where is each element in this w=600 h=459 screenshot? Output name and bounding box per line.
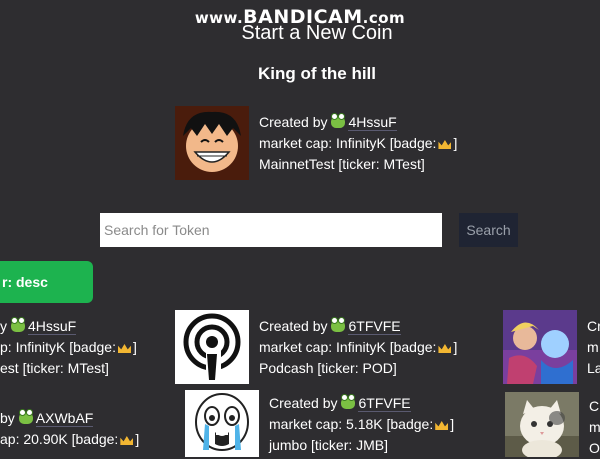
market-cap-text: m: [587, 339, 599, 355]
creator-link[interactable]: 4HssuF: [28, 318, 77, 335]
creator-link[interactable]: 4HssuF: [348, 114, 397, 131]
podcast-icon: [175, 310, 249, 384]
market-cap-text: p: InfinityK [badge:: [0, 339, 116, 355]
token-name-ticker: Podcash [ticker: POD]: [259, 360, 397, 376]
crown-icon: [438, 344, 452, 353]
market-cap-text: ap: 20.90K [badge:: [0, 431, 119, 447]
crown-icon: [438, 140, 452, 149]
frog-icon: [331, 113, 346, 128]
search-button[interactable]: Search: [459, 213, 518, 247]
token-card[interactable]: Created by 6TFVFE market cap: InfinityK […: [175, 310, 475, 384]
token-name-ticker: MainnetTest [ticker: MTest]: [259, 156, 425, 172]
token-card[interactable]: Cr m La: [503, 310, 600, 384]
token-name-ticker: jumbo [ticker: JMB]: [269, 437, 389, 453]
king-of-the-hill-title: King of the hill: [257, 64, 377, 83]
search-input[interactable]: [100, 213, 442, 247]
frog-icon: [331, 317, 346, 332]
crown-icon: [117, 344, 131, 353]
token-card[interactable]: y 4HssuF p: InfinityK [badge:] est [ticke…: [0, 316, 160, 382]
creator-link[interactable]: 6TFVFE: [358, 395, 411, 412]
king-of-the-hill-card[interactable]: Created by 4HssuF market cap: InfinityK […: [175, 106, 475, 180]
sort-order-button[interactable]: r: desc: [0, 261, 93, 303]
crown-icon: [435, 421, 449, 430]
token-card[interactable]: Created by 6TFVFE market cap: 5.18K [badg…: [185, 390, 485, 457]
frog-icon: [341, 394, 356, 409]
creator-link[interactable]: 6TFVFE: [348, 318, 401, 335]
anime-card-icon: [503, 310, 577, 384]
created-by-label: Cr: [587, 318, 600, 334]
token-name-ticker: La: [587, 360, 600, 376]
token-card[interactable]: by AXWbAF ap: 20.90K [badge:]: [0, 408, 160, 457]
kitten-photo-icon: [505, 392, 579, 457]
token-name-ticker: O: [589, 440, 600, 456]
market-cap-text: market cap: InfinityK [badge:: [259, 339, 437, 355]
frog-icon: [18, 409, 33, 424]
market-cap-text: market cap: 5.18K [badge:: [269, 416, 434, 432]
created-by-label: C: [589, 398, 600, 414]
crown-icon: [120, 436, 134, 445]
market-cap-text: m: [589, 419, 600, 435]
token-card[interactable]: C m O: [505, 392, 600, 457]
created-by-label: Created by: [259, 114, 328, 130]
frog-icon: [11, 317, 25, 332]
luffy-avatar-icon: [175, 106, 249, 180]
market-cap-text: market cap: InfinityK [badge:: [259, 135, 437, 151]
start-new-coin-link[interactable]: Start a New Coin: [0, 22, 600, 45]
crying-meme-icon: [185, 390, 259, 457]
token-name-ticker: est [ticker: MTest]: [0, 360, 109, 376]
creator-link[interactable]: AXWbAF: [35, 410, 94, 427]
